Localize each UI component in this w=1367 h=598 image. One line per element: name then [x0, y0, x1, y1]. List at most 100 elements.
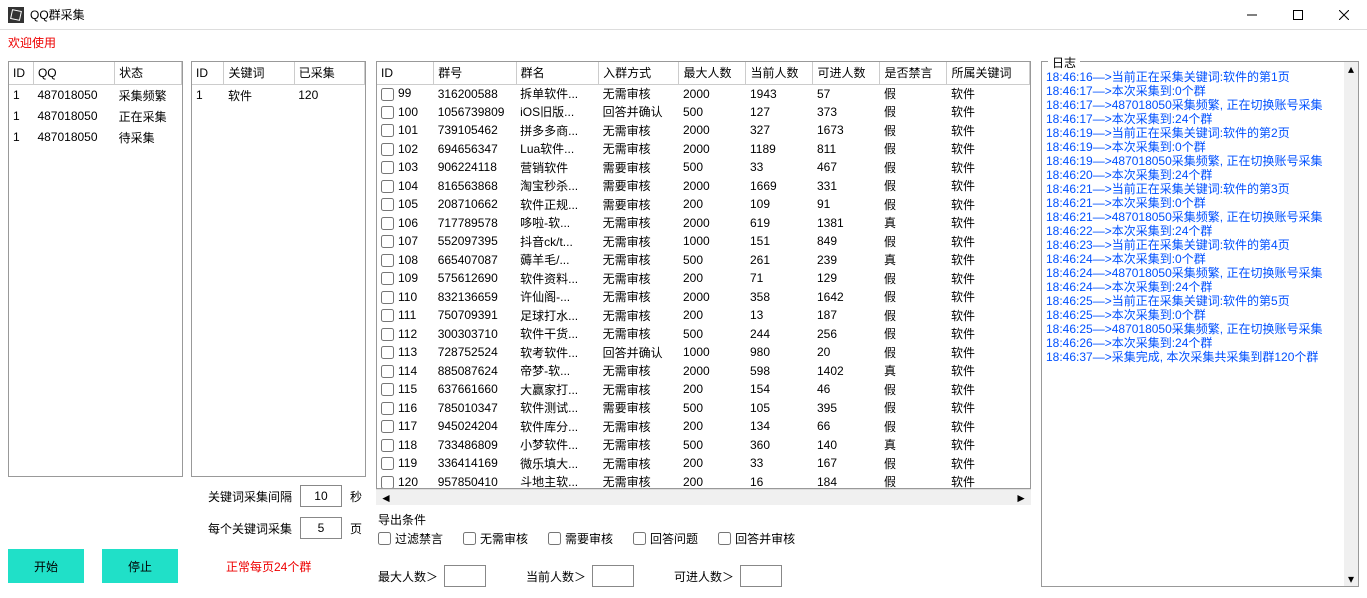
col-header[interactable]: 群名: [516, 62, 598, 84]
table-row[interactable]: 107552097395抖音ck/t...无需审核1000151849假软件: [377, 232, 1030, 251]
interval-input[interactable]: [300, 485, 342, 507]
col-header[interactable]: QQ: [33, 62, 114, 84]
table-row[interactable]: 111750709391足球打水...无需审核20013187假软件: [377, 306, 1030, 325]
table-row[interactable]: 118733486809小梦软件...无需审核500360140真软件: [377, 436, 1030, 455]
row-checkbox[interactable]: [381, 291, 394, 304]
table-row[interactable]: 1487018050待采集: [9, 127, 182, 148]
accounts-table[interactable]: IDQQ状态 1487018050采集频繁1487018050正在采集14870…: [8, 61, 183, 477]
pages-label: 每个关键词采集: [208, 520, 292, 537]
col-header[interactable]: 最大人数: [679, 62, 746, 84]
log-scrollbar[interactable]: ▴ ▾: [1344, 62, 1358, 586]
avail-input[interactable]: [740, 565, 782, 587]
stop-button[interactable]: 停止: [102, 549, 178, 583]
filter-needaudit-checkbox[interactable]: 需要审核: [548, 530, 613, 547]
table-row[interactable]: 105208710662软件正规...需要审核20010991假软件: [377, 195, 1030, 214]
app-icon: [8, 7, 24, 23]
start-button[interactable]: 开始: [8, 549, 84, 583]
row-checkbox[interactable]: [381, 143, 394, 156]
log-line: 18:46:37—>采集完成, 本次采集共采集到群120个群: [1046, 350, 1344, 364]
row-checkbox[interactable]: [381, 106, 394, 119]
log-line: 18:46:25—>487018050采集频繁, 正在切换账号采集: [1046, 322, 1344, 336]
scroll-down-icon[interactable]: ▾: [1344, 572, 1358, 586]
table-row[interactable]: 114885087624帝梦-软...无需审核20005981402真软件: [377, 362, 1030, 381]
log-line: 18:46:21—>本次采集到:0个群: [1046, 196, 1344, 210]
table-row[interactable]: 1487018050采集频繁: [9, 84, 182, 106]
pages-input[interactable]: [300, 517, 342, 539]
table-row[interactable]: 116785010347软件测试...需要审核500105395假软件: [377, 399, 1030, 418]
table-row[interactable]: 108665407087薅羊毛/...无需审核500261239真软件: [377, 251, 1030, 270]
table-row[interactable]: 119336414169微乐填大...无需审核20033167假软件: [377, 454, 1030, 473]
groups-hscroll[interactable]: ◄ ►: [376, 489, 1031, 505]
row-checkbox[interactable]: [381, 309, 394, 322]
row-checkbox[interactable]: [381, 365, 394, 378]
log-line: 18:46:19—>当前正在采集关键词:软件的第2页: [1046, 126, 1344, 140]
row-checkbox[interactable]: [381, 161, 394, 174]
row-checkbox[interactable]: [381, 383, 394, 396]
table-row[interactable]: 103906224118营销软件需要审核50033467假软件: [377, 158, 1030, 177]
table-row[interactable]: 1软件120: [192, 84, 365, 106]
scroll-right-icon[interactable]: ►: [1015, 491, 1027, 505]
max-input[interactable]: [444, 565, 486, 587]
table-row[interactable]: 117945024204软件库分...无需审核20013466假软件: [377, 417, 1030, 436]
cur-input[interactable]: [592, 565, 634, 587]
table-row[interactable]: 120957850410斗地主软...无需审核20016184假软件: [377, 473, 1030, 490]
avail-label: 可进人数＞: [674, 568, 734, 585]
table-row[interactable]: 115637661660大赢家打...无需审核20015446假软件: [377, 380, 1030, 399]
table-row[interactable]: 113728752524软考软件...回答并确认100098020假软件: [377, 343, 1030, 362]
row-checkbox[interactable]: [381, 328, 394, 341]
close-button[interactable]: [1321, 0, 1367, 30]
col-header[interactable]: ID: [377, 62, 434, 84]
table-row[interactable]: 104816563868淘宝秒杀...需要审核20001669331假软件: [377, 177, 1030, 196]
row-checkbox[interactable]: [381, 439, 394, 452]
col-header[interactable]: 已采集: [294, 62, 364, 84]
filter-noaudit-checkbox[interactable]: 无需审核: [463, 530, 528, 547]
row-checkbox[interactable]: [381, 402, 394, 415]
scroll-left-icon[interactable]: ◄: [380, 491, 392, 505]
log-line: 18:46:24—>本次采集到:24个群: [1046, 280, 1344, 294]
col-header[interactable]: 可进人数: [813, 62, 880, 84]
scroll-up-icon[interactable]: ▴: [1344, 62, 1358, 76]
table-row[interactable]: 102694656347Lua软件...无需审核20001189811假软件: [377, 140, 1030, 159]
col-header[interactable]: 入群方式: [599, 62, 679, 84]
row-checkbox[interactable]: [381, 88, 394, 101]
table-row[interactable]: 1487018050正在采集: [9, 106, 182, 127]
table-row[interactable]: 1001056739809iOS旧版...回答并确认500127373假软件: [377, 103, 1030, 122]
maximize-button[interactable]: [1275, 0, 1321, 30]
log-line: 18:46:17—>487018050采集频繁, 正在切换账号采集: [1046, 98, 1344, 112]
row-checkbox[interactable]: [381, 272, 394, 285]
table-row[interactable]: 106717789578哆啦-软...无需审核20006191381真软件: [377, 214, 1030, 233]
keywords-table[interactable]: ID关键词已采集 1软件120: [191, 61, 366, 477]
col-header[interactable]: ID: [9, 62, 33, 84]
groups-table[interactable]: ID群号群名入群方式最大人数当前人数可进人数是否禁言所属关键词 99316200…: [376, 61, 1031, 489]
table-row[interactable]: 99316200588拆单软件...无需审核2000194357假软件: [377, 84, 1030, 103]
row-checkbox[interactable]: [381, 180, 394, 193]
col-header[interactable]: 群号: [434, 62, 516, 84]
row-checkbox[interactable]: [381, 235, 394, 248]
row-checkbox[interactable]: [381, 346, 394, 359]
row-checkbox[interactable]: [381, 198, 394, 211]
cur-label: 当前人数＞: [526, 568, 586, 585]
col-header[interactable]: 是否禁言: [880, 62, 947, 84]
col-header[interactable]: 所属关键词: [947, 62, 1030, 84]
filter-answer-checkbox[interactable]: 回答问题: [633, 530, 698, 547]
table-row[interactable]: 110832136659许仙阁-...无需审核20003581642假软件: [377, 288, 1030, 307]
col-header[interactable]: 关键词: [224, 62, 294, 84]
filter-answeraudit-checkbox[interactable]: 回答并审核: [718, 530, 795, 547]
row-checkbox[interactable]: [381, 476, 394, 489]
col-header[interactable]: 状态: [115, 62, 182, 84]
row-checkbox[interactable]: [381, 124, 394, 137]
table-row[interactable]: 101739105462拼多多商...无需审核20003271673假软件: [377, 121, 1030, 140]
col-header[interactable]: ID: [192, 62, 224, 84]
row-checkbox[interactable]: [381, 420, 394, 433]
filter-ban-checkbox[interactable]: 过滤禁言: [378, 530, 443, 547]
row-checkbox[interactable]: [381, 217, 394, 230]
row-checkbox[interactable]: [381, 457, 394, 470]
window-title: QQ群采集: [30, 6, 1229, 23]
table-row[interactable]: 109575612690软件资料...无需审核20071129假软件: [377, 269, 1030, 288]
row-checkbox[interactable]: [381, 254, 394, 267]
col-header[interactable]: 当前人数: [746, 62, 813, 84]
export-title: 导出条件: [378, 511, 1029, 528]
log-line: 18:46:21—>当前正在采集关键词:软件的第3页: [1046, 182, 1344, 196]
minimize-button[interactable]: [1229, 0, 1275, 30]
table-row[interactable]: 112300303710软件干货...无需审核500244256假软件: [377, 325, 1030, 344]
